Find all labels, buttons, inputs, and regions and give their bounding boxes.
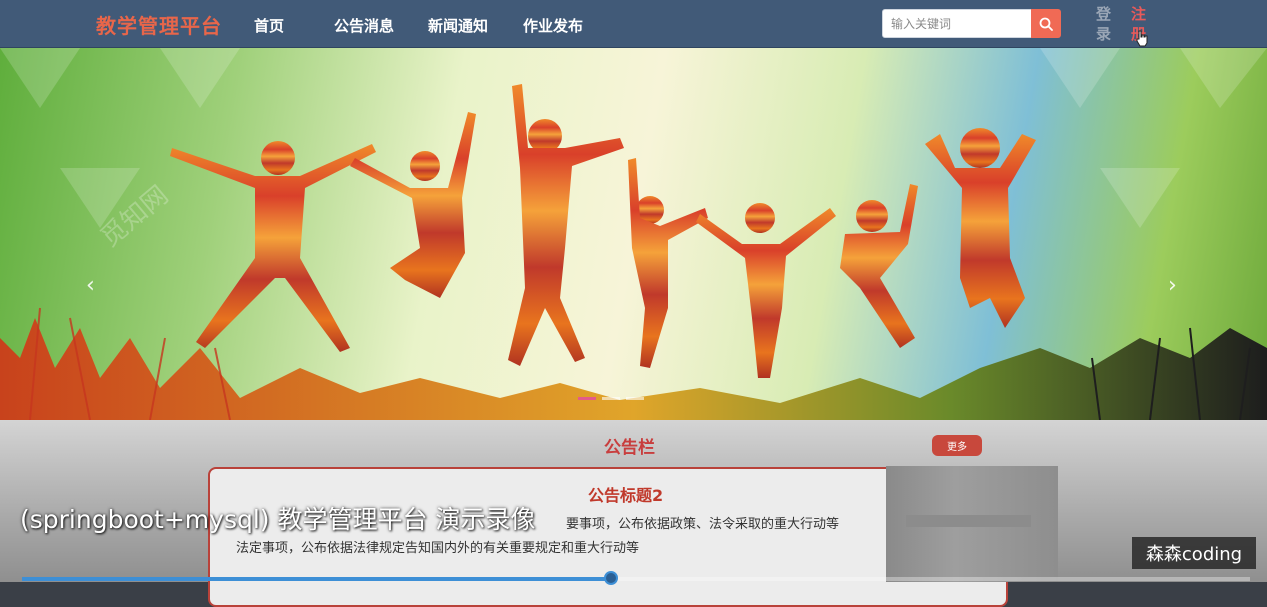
nav-home[interactable]: 首页	[254, 15, 284, 36]
login-link[interactable]: 登录	[1096, 4, 1112, 44]
video-progress-fill	[22, 577, 612, 581]
notice-card-text-line1: 要事项，公布依据政策、法令采取的重大行动等	[566, 517, 840, 532]
carousel-indicator-3[interactable]	[626, 397, 644, 400]
video-watermark: 森森coding	[1132, 537, 1256, 569]
notice-card-text-line2: 法定事项，公布依据法律规定告知国内外的有关重要规定和重大行动等	[236, 541, 640, 556]
carousel-prev-arrow[interactable]: ‹	[86, 273, 95, 298]
carousel-indicators	[578, 397, 644, 400]
nav-homework[interactable]: 作业发布	[523, 15, 583, 36]
hero-carousel[interactable]: 觅知网 ‹ ›	[0, 48, 1267, 420]
video-caption: (springboot+mysql) 教学管理平台 演示录像	[20, 505, 536, 534]
notice-card-title[interactable]: 公告标题2	[588, 482, 663, 506]
search-icon	[1039, 17, 1053, 31]
nav-announcements[interactable]: 公告消息	[334, 15, 394, 36]
search-input[interactable]	[882, 9, 1032, 38]
carousel-indicator-2[interactable]	[602, 397, 620, 400]
site-brand[interactable]: 教学管理平台	[96, 10, 222, 39]
top-navbar: 教学管理平台 首页 公告消息 新闻通知 作业发布 登录 注册	[0, 0, 1267, 48]
more-button[interactable]: 更多	[932, 435, 982, 456]
carousel-indicator-1[interactable]	[578, 397, 596, 400]
search-button[interactable]	[1031, 9, 1061, 38]
nav-news[interactable]: 新闻通知	[428, 15, 488, 36]
notice-section-title: 公告栏	[604, 438, 655, 458]
side-panel-blur	[906, 515, 1031, 527]
carousel-next-arrow[interactable]: ›	[1168, 273, 1177, 298]
hand-cursor-icon	[1136, 30, 1148, 47]
banner-image: 觅知网	[0, 48, 1267, 420]
